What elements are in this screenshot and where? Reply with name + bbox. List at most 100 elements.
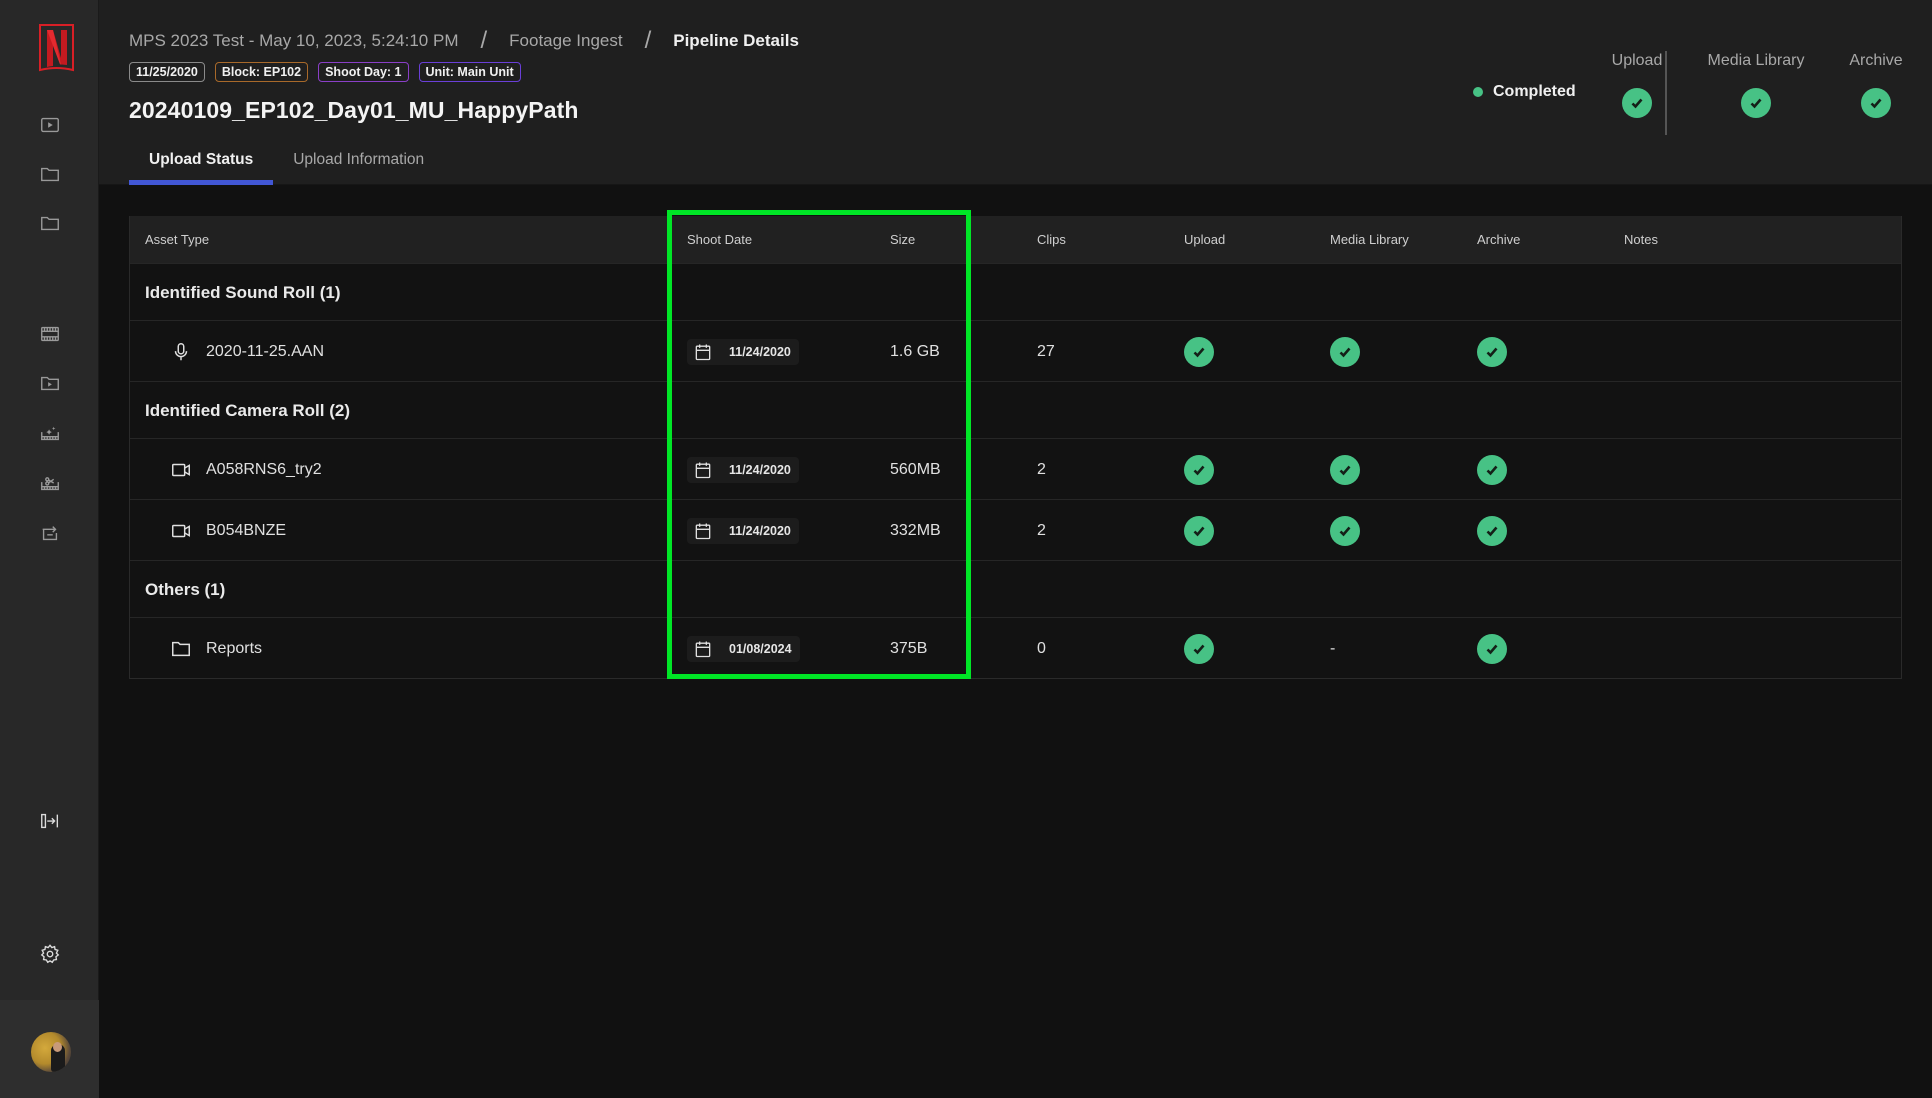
folder-icon bbox=[170, 638, 192, 660]
clips-cell: 2 bbox=[1037, 460, 1046, 478]
film-sparkle-icon[interactable] bbox=[38, 421, 62, 445]
check-circle-icon bbox=[1477, 454, 1507, 485]
size-cell: 560MB bbox=[890, 460, 941, 478]
media-library-status-cell bbox=[1330, 500, 1360, 561]
netflix-logo[interactable] bbox=[39, 24, 74, 73]
column-header-notes[interactable]: Notes bbox=[1624, 216, 1658, 263]
table-body: Identified Sound Roll (1) 2020-11-25.AAN 1… bbox=[130, 263, 1901, 678]
video-player-icon[interactable] bbox=[38, 113, 62, 137]
transfer-box-icon[interactable] bbox=[38, 521, 62, 545]
expand-sidebar-icon[interactable] bbox=[38, 809, 62, 833]
clips-cell: 27 bbox=[1037, 342, 1055, 360]
date-chip: 11/24/2020 bbox=[687, 338, 799, 365]
asset-name-cell: 2020-11-25.AAN bbox=[170, 321, 324, 382]
column-header-media-library[interactable]: Media Library bbox=[1330, 216, 1409, 263]
media-library-status-cell bbox=[1330, 439, 1360, 500]
asset-name: B054BNZE bbox=[206, 521, 287, 539]
group-label: Others (1) bbox=[145, 580, 226, 599]
column-header-asset-type[interactable]: Asset Type bbox=[145, 216, 209, 263]
sidebar bbox=[0, 0, 99, 1098]
film-strip-icon[interactable] bbox=[38, 322, 62, 346]
upload-status-cell bbox=[1184, 439, 1214, 500]
group-label: Identified Sound Roll (1) bbox=[145, 283, 341, 302]
check-circle-icon bbox=[1330, 454, 1360, 485]
table-header: Asset Type Shoot Date Size Clips Upload … bbox=[130, 216, 1901, 263]
tab-bar: Upload Status Upload Information bbox=[129, 140, 444, 185]
status-label: Completed bbox=[1493, 83, 1576, 100]
calendar-icon bbox=[693, 521, 729, 541]
breadcrumb-separator: / bbox=[480, 27, 488, 54]
group-label: Identified Camera Roll (2) bbox=[145, 401, 350, 420]
date-chip: 11/24/2020 bbox=[687, 456, 799, 483]
size-cell: 1.6 GB bbox=[890, 342, 940, 360]
video-folder-icon[interactable] bbox=[38, 371, 62, 395]
archive-status-cell bbox=[1477, 321, 1507, 382]
shoot-date-cell: 01/08/2024 bbox=[687, 618, 800, 679]
check-circle-icon bbox=[1184, 515, 1214, 546]
asset-name-cell: A058RNS6_try2 bbox=[170, 439, 322, 500]
check-circle-icon bbox=[1184, 633, 1214, 664]
check-circle-icon bbox=[1330, 515, 1360, 546]
shoot-date-cell: 11/24/2020 bbox=[687, 321, 799, 382]
group-row[interactable]: Identified Sound Roll (1) bbox=[130, 263, 1901, 320]
check-circle-icon bbox=[1861, 88, 1891, 118]
upload-status-cell bbox=[1184, 321, 1214, 382]
badge-list: 11/25/2020 Block: EP102 Shoot Day: 1 Uni… bbox=[129, 62, 521, 82]
film-scissors-icon[interactable] bbox=[38, 471, 62, 495]
gear-icon[interactable] bbox=[38, 942, 62, 966]
group-row[interactable]: Others (1) bbox=[130, 560, 1901, 617]
microphone-icon bbox=[170, 341, 192, 363]
size-cell: 332MB bbox=[890, 521, 941, 539]
upload-status-cell bbox=[1184, 618, 1214, 679]
folder-icon[interactable] bbox=[38, 211, 62, 235]
page-header: MPS 2023 Test - May 10, 2023, 5:24:10 PM… bbox=[99, 0, 1932, 185]
check-circle-icon bbox=[1330, 336, 1360, 367]
column-header-clips[interactable]: Clips bbox=[1037, 216, 1066, 263]
check-circle-icon bbox=[1184, 336, 1214, 367]
check-circle-icon bbox=[1184, 454, 1214, 485]
summary-media-library: Media Library bbox=[1696, 52, 1816, 118]
shoot-day-badge: Shoot Day: 1 bbox=[318, 62, 409, 82]
shoot-date-cell: 11/24/2020 bbox=[687, 439, 799, 500]
avatar-face bbox=[53, 1042, 62, 1052]
upload-status-cell bbox=[1184, 500, 1214, 561]
table-row[interactable]: 2020-11-25.AAN 11/24/2020 1.6 GB 27 bbox=[130, 320, 1901, 381]
shoot-date: 11/24/2020 bbox=[729, 462, 791, 477]
column-header-size[interactable]: Size bbox=[890, 216, 915, 263]
video-camera-icon bbox=[170, 459, 192, 481]
column-header-upload[interactable]: Upload bbox=[1184, 216, 1225, 263]
tab-upload-status[interactable]: Upload Status bbox=[129, 140, 274, 185]
table-row[interactable]: Reports 01/08/2024 375B 0 - bbox=[130, 617, 1901, 678]
shoot-date: 01/08/2024 bbox=[729, 641, 792, 656]
clips-cell: 2 bbox=[1037, 521, 1046, 539]
video-camera-icon bbox=[170, 520, 192, 542]
summary-archive-label: Archive bbox=[1849, 52, 1903, 69]
media-library-status-cell bbox=[1330, 321, 1360, 382]
check-circle-icon bbox=[1741, 88, 1771, 118]
folder-icon[interactable] bbox=[38, 162, 62, 186]
column-header-shoot-date[interactable]: Shoot Date bbox=[687, 216, 752, 263]
status-badge: Completed bbox=[1473, 83, 1576, 101]
user-avatar[interactable] bbox=[31, 1032, 71, 1072]
breadcrumb-project[interactable]: MPS 2023 Test - May 10, 2023, 5:24:10 PM bbox=[129, 31, 458, 51]
block-badge: Block: EP102 bbox=[214, 62, 309, 82]
group-row[interactable]: Identified Camera Roll (2) bbox=[130, 381, 1901, 438]
table-row[interactable]: B054BNZE 11/24/2020 332MB 2 bbox=[130, 499, 1901, 560]
asset-name: A058RNS6_try2 bbox=[206, 460, 322, 478]
asset-name: Reports bbox=[206, 639, 263, 657]
asset-name-cell: B054BNZE bbox=[170, 500, 286, 561]
unit-badge: Unit: Main Unit bbox=[418, 62, 521, 82]
table-row[interactable]: A058RNS6_try2 11/24/2020 560MB 2 bbox=[130, 438, 1901, 499]
column-header-archive[interactable]: Archive bbox=[1477, 216, 1520, 263]
archive-status-cell bbox=[1477, 618, 1507, 679]
check-circle-icon bbox=[1477, 515, 1507, 546]
asset-name-cell: Reports bbox=[170, 618, 262, 679]
archive-status-cell bbox=[1477, 439, 1507, 500]
breadcrumb-pipeline-details: Pipeline Details bbox=[673, 31, 799, 50]
page-title: 20240109_EP102_Day01_MU_HappyPath bbox=[129, 97, 579, 123]
check-circle-icon bbox=[1477, 336, 1507, 367]
summary-upload-label: Upload bbox=[1611, 52, 1663, 69]
asset-name: 2020-11-25.AAN bbox=[206, 342, 324, 360]
tab-upload-information[interactable]: Upload Information bbox=[273, 140, 444, 185]
breadcrumb-footage-ingest[interactable]: Footage Ingest bbox=[509, 31, 622, 51]
